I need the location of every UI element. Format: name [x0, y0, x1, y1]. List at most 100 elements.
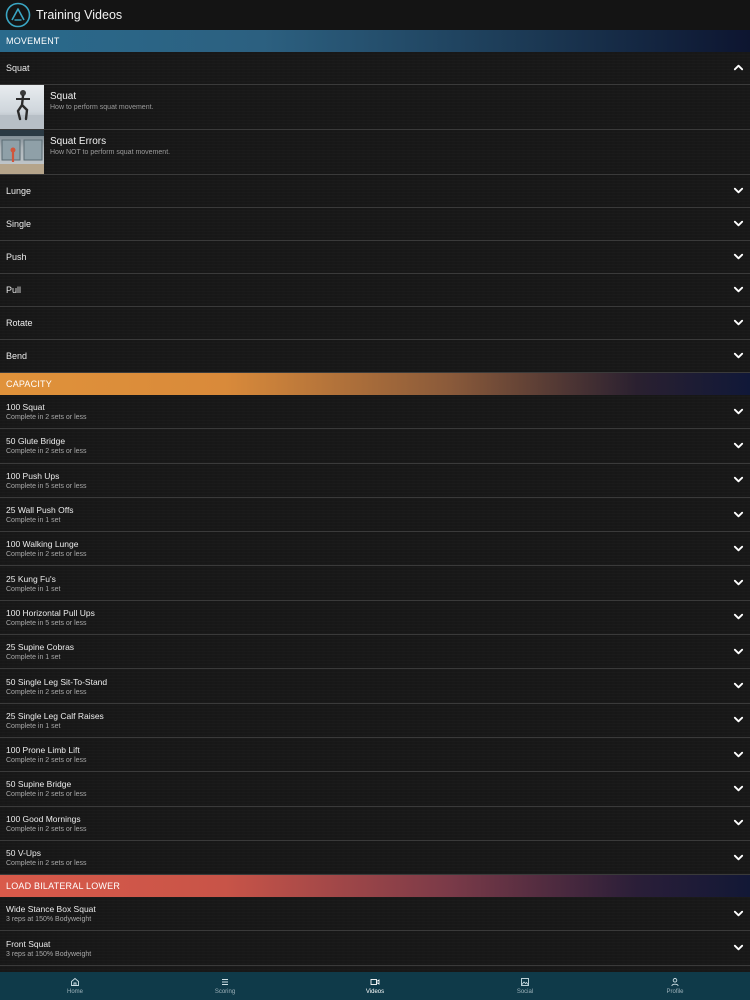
chevron-down-icon[interactable]: [733, 218, 744, 229]
chevron-down-icon[interactable]: [733, 317, 744, 328]
chevron-down-icon[interactable]: [733, 646, 744, 657]
section-header-movement: MOVEMENT: [0, 30, 750, 52]
list-item[interactable]: 25 Wall Push Offs Complete in 1 set: [0, 498, 750, 533]
list-item[interactable]: 50 V-Ups Complete in 2 sets or less: [0, 841, 750, 876]
item-title: 50 Glute Bridge: [6, 436, 66, 447]
video-list[interactable]: MOVEMENT Squat Squat How to perform squa…: [0, 30, 750, 972]
item-subtitle: 3 reps at 150% Bodyweight: [6, 916, 92, 924]
video-subtitle: How NOT to perform squat movement.: [50, 149, 171, 156]
chevron-down-icon[interactable]: [733, 406, 744, 417]
video-thumbnail[interactable]: [0, 85, 44, 129]
accordion-bend[interactable]: Bend: [0, 340, 750, 373]
accordion-label: Bend: [6, 351, 28, 361]
nav-label: Social: [516, 989, 534, 995]
chevron-down-icon[interactable]: [733, 942, 744, 953]
chevron-up-icon[interactable]: [733, 62, 744, 73]
list-item[interactable]: 50 Glute Bridge Complete in 2 sets or les…: [0, 429, 750, 464]
accordion-label: Squat: [6, 63, 30, 73]
section-header-load: LOAD BILATERAL LOWER: [0, 875, 750, 898]
list-item[interactable]: 25 Single Leg Calf Raises Complete in 1 s…: [0, 704, 750, 738]
logo-icon: [5, 2, 31, 28]
item-subtitle: 3 reps at 150% Bodyweight: [6, 950, 92, 958]
video-title: Squat: [50, 91, 77, 102]
video-icon: [370, 979, 380, 985]
list-item[interactable]: 100 Horizontal Pull Ups Complete in 5 set…: [0, 601, 750, 636]
chevron-down-icon[interactable]: [733, 908, 744, 919]
item-title: 100 Prone Limb Lift: [6, 745, 80, 756]
nav-label: Home: [66, 989, 83, 995]
item-subtitle: Complete in 2 sets or less: [6, 414, 87, 422]
item-subtitle: Complete in 2 sets or less: [6, 448, 87, 456]
chevron-down-icon[interactable]: [733, 817, 744, 828]
chevron-down-icon[interactable]: [733, 509, 744, 520]
video-item-squat-errors[interactable]: Squat Errors How NOT to perform squat mo…: [0, 130, 750, 175]
list-item[interactable]: 25 Kung Fu's Complete in 1 set: [0, 566, 750, 601]
chevron-down-icon[interactable]: [733, 611, 744, 622]
item-subtitle: Complete in 1 set: [6, 654, 61, 662]
list-item[interactable]: 100 Squat Complete in 2 sets or less: [0, 395, 750, 430]
list-item[interactable]: 100 Walking Lunge Complete in 2 sets or l…: [0, 532, 750, 567]
list-item[interactable]: 100 Push Ups Complete in 5 sets or less: [0, 464, 750, 498]
item-title: 100 Good Mornings: [6, 813, 81, 824]
item-subtitle: Complete in 2 sets or less: [6, 860, 87, 867]
item-subtitle: Complete in 5 sets or less: [6, 619, 87, 627]
chevron-down-icon[interactable]: [733, 440, 744, 451]
nav-videos[interactable]: Videos: [300, 972, 450, 1000]
list-item[interactable]: 50 Single Leg Sit-To-Stand Complete in 2 …: [0, 669, 750, 704]
chevron-down-icon[interactable]: [733, 251, 744, 262]
list-item[interactable]: 50 Supine Bridge Complete in 2 sets or le…: [0, 772, 750, 807]
app-root: Training Videos MOVEMENT Squat Squat How…: [0, 0, 750, 1000]
video-title: Squat Errors: [50, 136, 107, 147]
chevron-down-icon[interactable]: [733, 284, 744, 295]
accordion-label: Rotate: [6, 318, 33, 328]
chevron-down-icon[interactable]: [733, 749, 744, 760]
nav-profile[interactable]: Profile: [600, 972, 750, 1000]
chevron-down-icon[interactable]: [733, 783, 744, 794]
image-icon: [521, 978, 529, 986]
item-subtitle: Complete in 2 sets or less: [6, 551, 87, 559]
item-title: Wide Stance Box Squat: [6, 904, 96, 915]
accordion-squat[interactable]: Squat: [0, 52, 750, 85]
page-title: Training Videos: [36, 8, 123, 22]
list-item[interactable]: Front Squat 3 reps at 150% Bodyweight: [0, 931, 750, 966]
nav-scoring[interactable]: Scoring: [150, 972, 300, 1000]
list-icon: [222, 979, 228, 985]
item-title: 25 Wall Push Offs: [6, 505, 74, 516]
item-subtitle: Complete in 2 sets or less: [6, 757, 87, 765]
video-thumbnail[interactable]: [0, 130, 44, 174]
list-item[interactable]: 100 Prone Limb Lift Complete in 2 sets or…: [0, 738, 750, 773]
accordion-push[interactable]: Push: [0, 241, 750, 274]
accordion-single[interactable]: Single: [0, 208, 750, 241]
item-title: 25 Single Leg Calf Raises: [6, 710, 104, 721]
list-item[interactable]: 100 Good Mornings Complete in 2 sets or l…: [0, 807, 750, 841]
accordion-rotate[interactable]: Rotate: [0, 307, 750, 340]
nav-social[interactable]: Social: [450, 972, 600, 1000]
chevron-down-icon[interactable]: [733, 185, 744, 196]
accordion-pull[interactable]: Pull: [0, 274, 750, 307]
chevron-down-icon[interactable]: [733, 543, 744, 554]
section-title: MOVEMENT: [6, 36, 60, 46]
chevron-down-icon[interactable]: [733, 577, 744, 588]
list-item[interactable]: Wide Stance Box Squat 3 reps at 150% Body…: [0, 897, 750, 932]
item-title: 50 Supine Bridge: [6, 779, 72, 790]
item-title: 100 Horizontal Pull Ups: [6, 607, 95, 618]
section-title: CAPACITY: [6, 379, 52, 389]
chevron-down-icon[interactable]: [733, 350, 744, 361]
chevron-down-icon[interactable]: [733, 680, 744, 691]
list-item[interactable]: 25 Supine Cobras Complete in 1 set: [0, 635, 750, 670]
chevron-down-icon[interactable]: [733, 714, 744, 725]
item-title: 50 V-Ups: [6, 848, 41, 858]
bottom-nav: Home Scoring Videos Social Profile: [0, 972, 750, 1000]
item-subtitle: Complete in 2 sets or less: [6, 791, 87, 799]
item-subtitle: Complete in 1 set: [6, 517, 61, 525]
section-header-capacity: CAPACITY: [0, 373, 750, 395]
chevron-down-icon[interactable]: [733, 852, 744, 863]
person-icon: [671, 978, 679, 987]
video-item-squat[interactable]: Squat How to perform squat movement.: [0, 85, 750, 130]
chevron-down-icon[interactable]: [733, 474, 744, 485]
nav-home[interactable]: Home: [0, 972, 150, 1000]
accordion-lunge[interactable]: Lunge: [0, 175, 750, 208]
item-title: 25 Kung Fu's: [6, 573, 56, 584]
item-title: 25 Supine Cobras: [6, 642, 75, 653]
item-subtitle: Complete in 1 set: [6, 722, 61, 730]
